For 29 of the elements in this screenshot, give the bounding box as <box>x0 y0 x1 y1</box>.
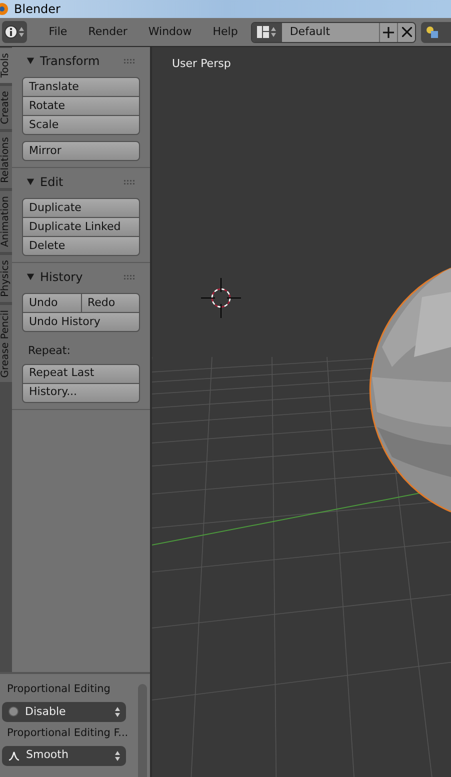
field-label: Proportional Editing F... <box>6 726 130 741</box>
field-label: Proportional Editing <box>6 682 112 697</box>
screen-layout-selector[interactable]: Default <box>250 22 416 42</box>
dropdown-field[interactable]: Disable <box>2 702 126 722</box>
view-label: User Persp <box>172 56 231 72</box>
layout-name-field[interactable]: Default <box>282 22 379 42</box>
tool-button[interactable]: Undo <box>22 293 82 313</box>
menu-item[interactable]: File <box>38 21 78 43</box>
tool-button[interactable]: Redo <box>80 293 140 313</box>
tool-button[interactable]: History... <box>22 382 140 402</box>
dropdown-field[interactable]: Smooth <box>2 746 126 766</box>
panel-title[interactable]: Edit <box>40 172 64 190</box>
tool-button[interactable]: Mirror <box>22 141 140 161</box>
tool-button[interactable]: Translate <box>22 77 140 97</box>
section-label: Repeat: <box>27 343 72 359</box>
window-title: Blender <box>14 1 60 18</box>
tool-button[interactable]: Scale <box>22 115 140 135</box>
panel-title[interactable]: History <box>40 268 83 286</box>
tool-button[interactable]: Repeat Last <box>22 364 140 384</box>
panel-title[interactable]: Transform <box>40 52 100 70</box>
tool-button[interactable]: Rotate <box>22 96 140 116</box>
side-tab[interactable]: Tools <box>0 48 12 83</box>
menu-item[interactable]: Render <box>78 21 138 43</box>
tool-button[interactable]: Duplicate <box>22 198 140 218</box>
tool-button[interactable]: Duplicate Linked <box>22 217 140 237</box>
menu-item[interactable]: Help <box>202 21 248 43</box>
tool-button[interactable]: Delete <box>22 236 140 256</box>
menu-item[interactable]: Window <box>138 21 202 43</box>
tool-button[interactable]: Undo History <box>22 312 140 332</box>
